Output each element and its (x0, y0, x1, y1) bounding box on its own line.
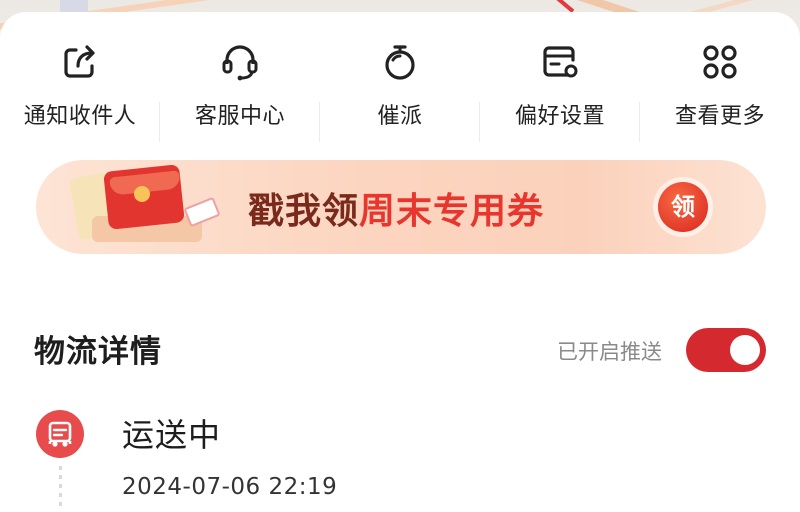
stopwatch-icon (385, 45, 415, 80)
action-view-more[interactable]: 查看更多 (640, 38, 800, 148)
action-notify-recipient[interactable]: 通知收件人 (0, 38, 160, 148)
push-status-label: 已开启推送 (557, 340, 662, 364)
weekend-coupon-banner[interactable]: 戳我领周末专用券 领 (36, 160, 766, 254)
map-route-line (525, 0, 575, 13)
banner-title-prefix: 戳我领 (248, 191, 360, 232)
banner-title: 戳我领周末专用券 (248, 182, 544, 234)
action-label: 偏好设置 (514, 104, 605, 129)
logistics-details-title: 物流详情 (34, 334, 162, 370)
truck-icon (48, 421, 72, 447)
action-label: 查看更多 (674, 104, 765, 129)
quick-actions-row: 通知收件人 客服中心 催派 偏好设置 查看更多 (0, 38, 800, 148)
action-label: 催派 (377, 104, 423, 129)
banner-title-highlight: 周末专用券 (359, 191, 545, 232)
share-icon (64, 45, 95, 78)
action-preferences[interactable]: 偏好设置 (480, 38, 640, 148)
preference-card-icon (543, 46, 578, 78)
timeline-status-time: 2024-07-06 22:19 (122, 474, 338, 500)
timeline-status-badge (36, 410, 84, 458)
coupon-ticket-illustration (183, 196, 221, 228)
timeline-connector (59, 466, 62, 510)
bottom-sheet: 通知收件人 客服中心 催派 偏好设置 查看更多 戳我领周末专用券 领 物流详情 … (0, 12, 800, 512)
action-label: 通知收件人 (23, 104, 137, 129)
envelope-bow (134, 186, 150, 202)
claim-coupon-button[interactable]: 领 (658, 182, 708, 232)
timeline-status-text: 运送中 (122, 416, 222, 454)
toggle-knob (730, 335, 760, 365)
action-customer-service[interactable]: 客服中心 (160, 38, 320, 148)
grid-icon (703, 45, 737, 79)
action-label: 客服中心 (194, 104, 285, 129)
push-notification-toggle[interactable] (686, 328, 766, 372)
action-urge-delivery[interactable]: 催派 (320, 38, 480, 148)
headset-icon (222, 45, 258, 81)
